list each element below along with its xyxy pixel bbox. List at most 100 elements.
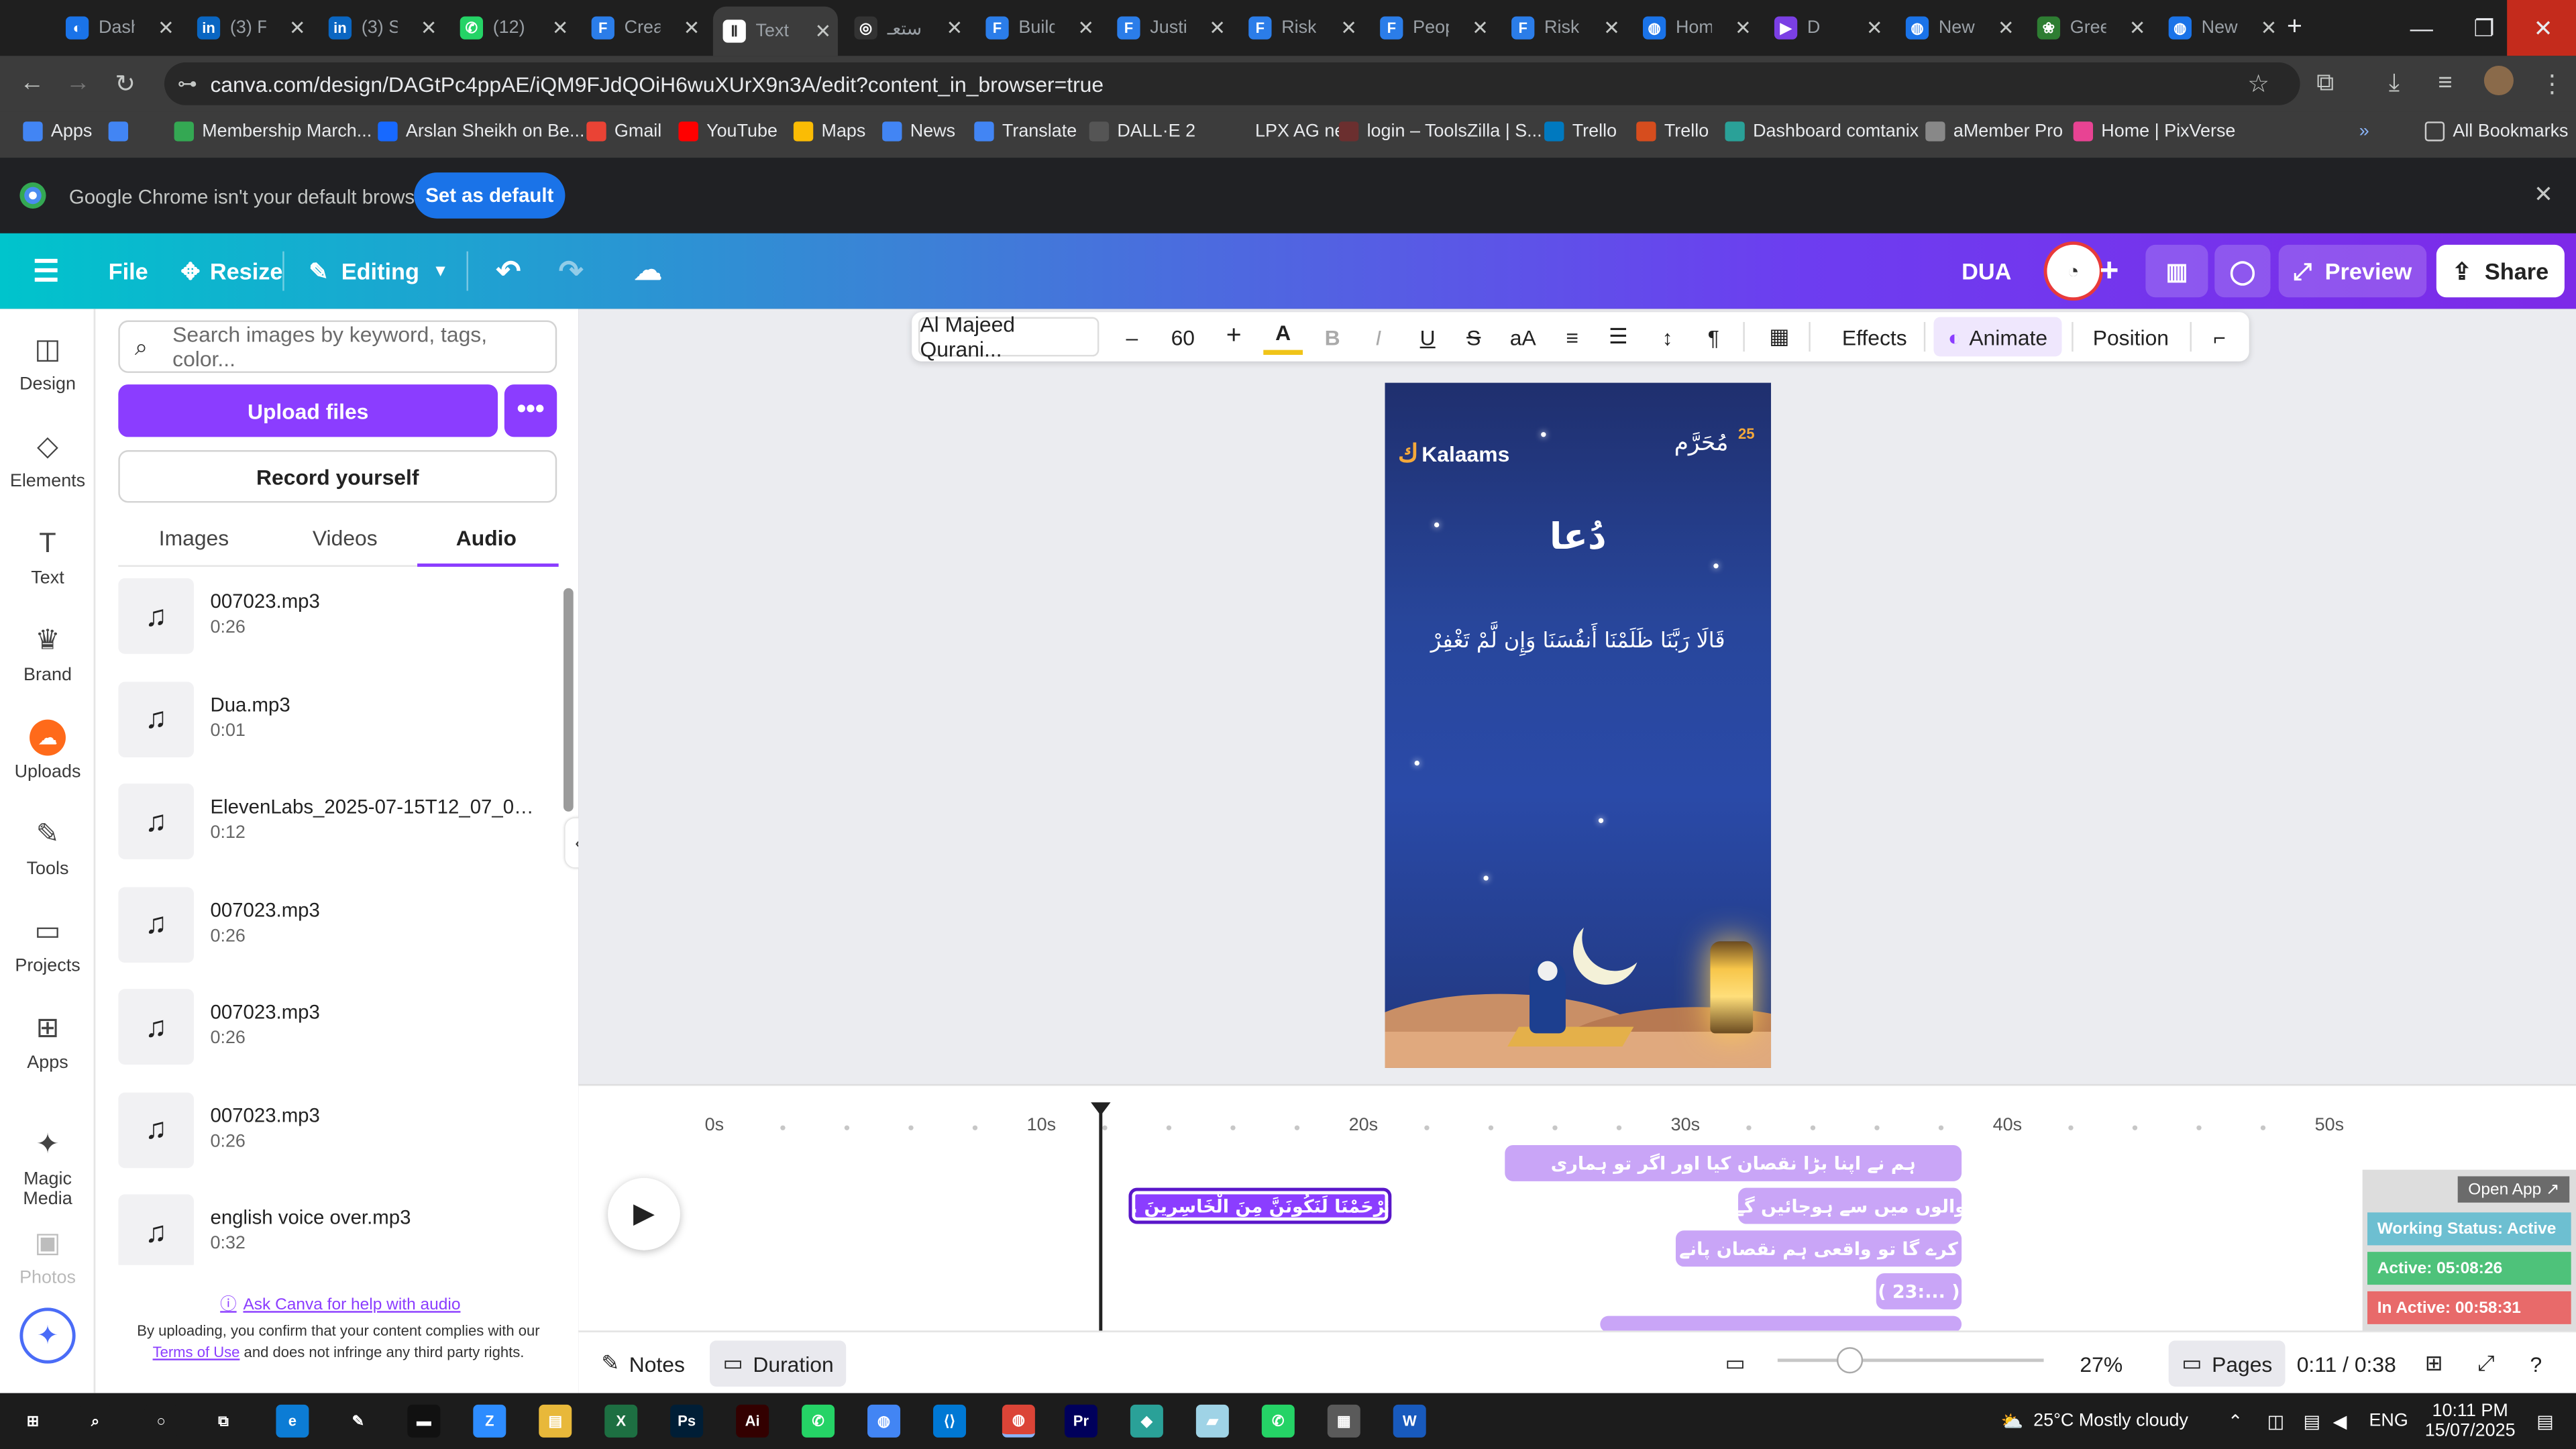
bookmark-item[interactable]: YouTube bbox=[678, 121, 777, 142]
bookmark-item[interactable]: LPX AG new bbox=[1227, 121, 1358, 142]
font-family-dropdown[interactable]: Al Majeed Qurani... bbox=[918, 312, 1099, 362]
strikethrough-icon[interactable]: S bbox=[1454, 312, 1493, 361]
zoom-level[interactable]: 27% bbox=[2080, 1332, 2123, 1395]
ask-canva-help-link[interactable]: ⓘ Ask Canva for help with audio bbox=[220, 1289, 460, 1314]
bookmark-item[interactable]: Maps bbox=[793, 121, 865, 142]
close-tab-icon[interactable]: ✕ bbox=[946, 16, 963, 39]
position-button[interactable]: Position bbox=[2082, 312, 2180, 361]
bookmark-item[interactable]: Dashboard comtanix bbox=[1725, 121, 1919, 142]
team-avatar[interactable]: ◔ bbox=[2043, 241, 2103, 301]
close-tab-icon[interactable]: ✕ bbox=[1735, 16, 1752, 39]
rail-item-design[interactable]: ◫ Design bbox=[0, 319, 95, 411]
duration-button[interactable]: ▭ Duration bbox=[709, 1340, 847, 1387]
audio-item[interactable]: ♫ english voice over.mp3 0:32 bbox=[118, 1194, 549, 1265]
bookmark-item[interactable]: login – ToolsZilla | S... bbox=[1338, 121, 1542, 142]
taskbar-app-icon[interactable]: ▦ bbox=[1327, 1404, 1360, 1438]
cloud-save-icon[interactable]: ☁ bbox=[634, 233, 662, 309]
tab-videos[interactable]: Videos bbox=[296, 526, 394, 566]
forward-icon[interactable]: → bbox=[66, 69, 91, 97]
preview-button[interactable]: ⤢ Preview bbox=[2278, 244, 2427, 298]
taskbar-app-icon[interactable]: e bbox=[276, 1404, 309, 1438]
close-tab-icon[interactable]: ✕ bbox=[1077, 16, 1094, 39]
audio-item[interactable]: ♫ 007023.mp3 0:26 bbox=[118, 1091, 549, 1173]
taskbar-app-icon[interactable]: ⧉ bbox=[207, 1404, 240, 1438]
close-tab-icon[interactable]: ✕ bbox=[1340, 16, 1357, 39]
rail-item-uploads[interactable]: ☁ Uploads bbox=[0, 706, 95, 798]
italic-icon[interactable]: I bbox=[1358, 312, 1398, 361]
timeline-clip[interactable]: ( 23:... ) bbox=[1876, 1273, 1962, 1309]
browser-tab[interactable]: ❀ Gree ✕ bbox=[2027, 7, 2152, 50]
rail-item-magic-media[interactable]: ✦ Magic Media bbox=[0, 1114, 95, 1209]
taskbar-app-icon[interactable]: ✎ bbox=[341, 1404, 375, 1438]
grid-view-icon[interactable]: ⊞ bbox=[2425, 1332, 2443, 1395]
playhead-handle[interactable] bbox=[1091, 1102, 1111, 1116]
ayah-text[interactable]: قَالَا رَبَّنَا ظَلَمْنَا أَنفُسَنَا وَإ… bbox=[1385, 629, 1772, 654]
animate-button[interactable]: ◐ Animate bbox=[1933, 317, 2062, 357]
timeline-clip[interactable]: والوں میں سے ہوجائیں گے bbox=[1738, 1187, 1962, 1224]
notifications-icon[interactable]: ▤ bbox=[2536, 1393, 2553, 1449]
close-tab-icon[interactable]: ✕ bbox=[158, 16, 174, 39]
align-icon[interactable]: ≡ bbox=[1552, 312, 1592, 361]
taskbar-app-icon[interactable]: ○ bbox=[144, 1404, 178, 1438]
notes-button[interactable]: ✎ Notes bbox=[601, 1332, 685, 1395]
rail-item-photos[interactable]: ▣ Photos bbox=[0, 1212, 95, 1304]
close-tab-icon[interactable]: ✕ bbox=[289, 16, 306, 39]
add-member-icon[interactable]: + bbox=[2100, 233, 2119, 309]
taskbar-app-icon[interactable]: ⊞ bbox=[16, 1404, 50, 1438]
close-tab-icon[interactable]: ✕ bbox=[2261, 16, 2277, 39]
redo-icon[interactable]: ↷ bbox=[559, 233, 584, 309]
open-app-button[interactable]: Open App ↗ bbox=[2458, 1176, 2570, 1203]
resize-button[interactable]: ✥ Resize bbox=[180, 233, 282, 309]
close-tab-icon[interactable]: ✕ bbox=[1603, 16, 1620, 39]
search-input[interactable]: ⌕ Search images by keyword, tags, color.… bbox=[118, 320, 557, 373]
network-icon[interactable]: ▤ bbox=[2303, 1393, 2320, 1449]
tab-images[interactable]: Images bbox=[145, 526, 244, 566]
browser-tab[interactable]: ◍ Hom ✕ bbox=[1633, 7, 1758, 50]
browser-tab[interactable]: F Risk ✕ bbox=[1239, 7, 1364, 50]
site-info-icon[interactable]: ⊶ bbox=[177, 72, 197, 95]
record-yourself-button[interactable]: Record yourself bbox=[118, 450, 557, 503]
zoom-slider-knob[interactable] bbox=[1836, 1347, 1864, 1374]
bookmark-item[interactable]: Membership March... bbox=[174, 121, 372, 142]
profile-avatar[interactable] bbox=[2483, 65, 2514, 96]
close-tab-icon[interactable]: ✕ bbox=[421, 16, 437, 39]
browser-tab[interactable]: F Justi ✕ bbox=[1108, 7, 1232, 50]
close-tab-icon[interactable]: ✕ bbox=[815, 19, 832, 42]
timeline-clip[interactable]: ہم نے اپنا بڑا نقصان کیا اور اگر تو ہمار… bbox=[1505, 1144, 1962, 1181]
text-direction-icon[interactable]: ¶ bbox=[1694, 312, 1733, 361]
close-tab-icon[interactable]: ✕ bbox=[1866, 16, 1883, 39]
share-button[interactable]: ⇪ Share bbox=[2436, 244, 2565, 298]
effects-button[interactable]: Effects bbox=[1822, 312, 1927, 361]
audio-item[interactable]: ♫ 007023.mp3 0:26 bbox=[118, 578, 549, 660]
copy-style-icon[interactable]: ⌐ bbox=[2200, 312, 2239, 361]
reading-list-icon[interactable]: ≡ bbox=[2438, 69, 2452, 97]
download-icon[interactable]: ⤓ bbox=[2389, 69, 2400, 97]
all-bookmarks[interactable]: All Bookmarks bbox=[2424, 121, 2569, 142]
spacing-icon[interactable]: ↕ bbox=[1648, 312, 1687, 361]
text-color-icon[interactable]: A bbox=[1263, 315, 1303, 355]
taskbar-app-icon[interactable]: ◍ bbox=[867, 1404, 901, 1438]
dua-heading[interactable]: دُعا bbox=[1385, 517, 1772, 558]
browser-tab[interactable]: ✆ (12) ✕ bbox=[450, 7, 575, 50]
close-infobar-icon[interactable]: ✕ bbox=[2534, 180, 2553, 209]
bookmark-item[interactable]: Gmail bbox=[586, 121, 661, 142]
hamburger-icon[interactable]: ☰ bbox=[33, 233, 60, 309]
more-options-icon[interactable]: ••• bbox=[504, 384, 557, 437]
taskbar-app-icon[interactable]: ◍ bbox=[1002, 1404, 1035, 1438]
bookmark-item[interactable]: aMember Pro bbox=[1925, 121, 2063, 142]
design-page[interactable]: ﻙ Kalaams مُحَرَّم 25 دُعا قَالَا رَبَّنَ… bbox=[1385, 382, 1772, 1068]
audio-item[interactable]: ♫ Dua.mp3 0:01 bbox=[118, 681, 549, 763]
terms-of-use-link[interactable]: Terms of Use bbox=[153, 1344, 240, 1360]
help-icon[interactable]: ? bbox=[2530, 1332, 2542, 1395]
magic-assistant-icon[interactable]: ✦ bbox=[19, 1307, 76, 1364]
taskbar-app-icon[interactable]: ▰ bbox=[1195, 1404, 1229, 1438]
bookmark-item[interactable]: Apps bbox=[23, 121, 92, 142]
taskbar-app-icon[interactable]: ✆ bbox=[1261, 1404, 1295, 1438]
browser-tab[interactable]: ◎ استعـ ✕ bbox=[845, 7, 969, 50]
more-bookmarks-icon[interactable]: » bbox=[2359, 121, 2369, 141]
browser-tab[interactable]: Ⅱ Text ✕ bbox=[712, 6, 838, 56]
new-tab-button[interactable]: + bbox=[2287, 7, 2302, 50]
language-indicator[interactable]: ENG bbox=[2369, 1393, 2408, 1449]
increase-size-icon[interactable]: + bbox=[1214, 312, 1254, 361]
minimize-icon[interactable]: — bbox=[2385, 0, 2458, 56]
